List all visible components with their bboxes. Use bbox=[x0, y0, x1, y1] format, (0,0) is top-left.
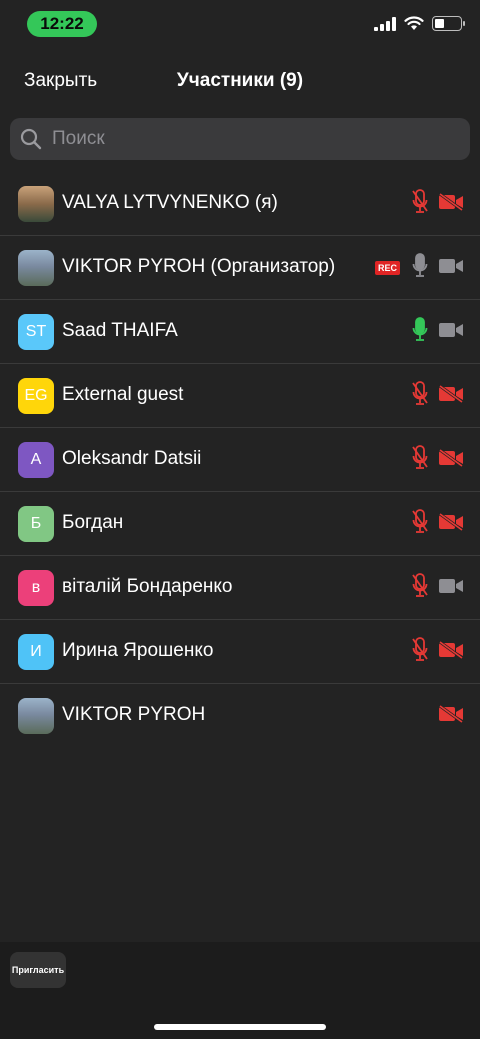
avatar bbox=[18, 698, 54, 734]
search-input[interactable] bbox=[52, 118, 452, 160]
mic-muted-icon bbox=[412, 188, 428, 220]
signal-icon bbox=[374, 16, 396, 31]
avatar bbox=[18, 186, 54, 222]
participant-status-icons: REC bbox=[374, 252, 464, 284]
participant-name: Богдан bbox=[62, 512, 124, 533]
avatar: A bbox=[18, 442, 54, 478]
mic-muted-icon bbox=[412, 444, 428, 476]
video-off-icon bbox=[438, 192, 464, 216]
wifi-icon bbox=[404, 16, 424, 30]
avatar: ST bbox=[18, 314, 54, 350]
avatar: И bbox=[18, 634, 54, 670]
avatar: в bbox=[18, 570, 54, 606]
video-off-icon bbox=[438, 448, 464, 472]
participant-status-icons bbox=[438, 702, 464, 730]
mic-muted-icon bbox=[412, 572, 428, 604]
avatar bbox=[18, 250, 54, 286]
participant-status-icons bbox=[412, 508, 464, 540]
participant-row[interactable]: VIKTOR PYROH (Организатор) REC bbox=[0, 236, 480, 300]
participant-status-icons bbox=[412, 572, 464, 604]
participant-status-icons bbox=[412, 444, 464, 476]
video-icon bbox=[438, 257, 464, 280]
search-icon bbox=[20, 128, 42, 150]
participant-row[interactable]: Б Богдан bbox=[0, 492, 480, 556]
video-off-icon bbox=[438, 704, 464, 728]
participant-name: VIKTOR PYROH (Организатор) bbox=[62, 256, 336, 277]
video-off-icon bbox=[438, 640, 464, 664]
participant-status-icons bbox=[412, 636, 464, 668]
avatar: Б bbox=[18, 506, 54, 542]
participant-name: External guest bbox=[62, 384, 184, 405]
status-bar: 12:22 bbox=[0, 0, 480, 50]
mic-icon bbox=[412, 316, 428, 348]
participant-row[interactable]: A Oleksandr Datsii bbox=[0, 428, 480, 492]
participant-list: VALYA LYTVYNENKO (я) VIKTOR PYROH (Органи… bbox=[0, 172, 480, 748]
home-indicator bbox=[154, 1024, 326, 1030]
nav-header: Закрыть Участники (9) bbox=[0, 60, 480, 104]
battery-icon bbox=[432, 16, 465, 31]
participant-row[interactable]: VIKTOR PYROH bbox=[0, 684, 480, 748]
mic-muted-icon bbox=[412, 636, 428, 668]
participant-name: Ирина Ярошенко bbox=[62, 640, 214, 661]
mic-muted-icon bbox=[412, 380, 428, 412]
participant-name: VIKTOR PYROH bbox=[62, 704, 206, 725]
avatar: EG bbox=[18, 378, 54, 414]
search-bar[interactable] bbox=[10, 118, 470, 160]
close-button[interactable]: Закрыть bbox=[24, 70, 97, 92]
status-icons bbox=[374, 16, 465, 31]
participant-status-icons bbox=[412, 380, 464, 412]
video-icon bbox=[438, 321, 464, 344]
participant-row[interactable]: в віталій Бондаренко bbox=[0, 556, 480, 620]
participant-name: віталій Бондаренко bbox=[62, 576, 233, 597]
mic-icon bbox=[412, 252, 428, 284]
video-off-icon bbox=[438, 512, 464, 536]
participant-status-icons bbox=[412, 316, 464, 348]
participant-row[interactable]: ST Saad THAIFA bbox=[0, 300, 480, 364]
participant-row[interactable]: EG External guest bbox=[0, 364, 480, 428]
participant-status-icons bbox=[412, 188, 464, 220]
rec-badge: REC bbox=[374, 261, 400, 275]
mic-muted-icon bbox=[412, 508, 428, 540]
video-off-icon bbox=[438, 384, 464, 408]
invite-button[interactable]: Пригласить bbox=[10, 952, 66, 988]
participant-row[interactable]: И Ирина Ярошенко bbox=[0, 620, 480, 684]
participant-row[interactable]: VALYA LYTVYNENKO (я) bbox=[0, 172, 480, 236]
participant-name: VALYA LYTVYNENKO (я) bbox=[62, 192, 278, 213]
video-icon bbox=[438, 577, 464, 600]
participant-name: Oleksandr Datsii bbox=[62, 448, 202, 469]
status-time: 12:22 bbox=[27, 11, 97, 37]
bottom-bar: Пригласить bbox=[0, 942, 480, 1039]
participant-name: Saad THAIFA bbox=[62, 320, 178, 341]
